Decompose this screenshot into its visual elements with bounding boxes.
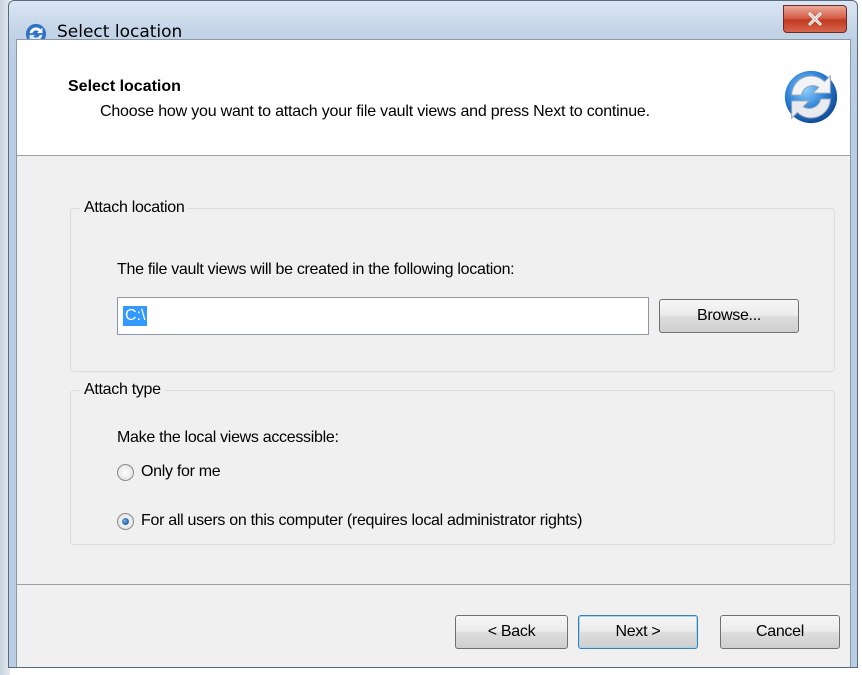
footer-divider <box>17 584 850 585</box>
radio-all-users[interactable]: For all users on this computer (requires… <box>117 512 582 530</box>
radio-label-all-users: For all users on this computer (requires… <box>141 512 583 529</box>
location-path-input[interactable]: C:\ <box>117 297 649 335</box>
attach-location-group: Attach location The file vault views wil… <box>70 199 835 372</box>
close-button[interactable] <box>783 5 847 33</box>
sync-arrows-icon <box>784 70 838 124</box>
radio-button-all-users[interactable] <box>117 512 134 530</box>
cancel-button[interactable]: Cancel <box>720 615 840 649</box>
browse-button[interactable]: Browse... <box>659 299 799 333</box>
dialog-window: Select location Select location Choose h… <box>8 0 858 668</box>
attach-type-legend: Attach type <box>80 381 165 399</box>
location-path-value: C:\ <box>123 306 148 326</box>
page-subtitle: Choose how you want to attach your file … <box>100 103 650 120</box>
close-icon <box>808 12 822 26</box>
radio-only-for-me[interactable]: Only for me <box>117 463 221 481</box>
back-button[interactable]: < Back <box>455 615 568 649</box>
next-button[interactable]: Next > <box>578 615 698 649</box>
wizard-header: Select location Choose how you want to a… <box>17 40 850 156</box>
radio-button-only-for-me[interactable] <box>117 463 134 481</box>
dialog-client-area: Select location Choose how you want to a… <box>16 39 851 667</box>
page-title: Select location <box>68 78 181 95</box>
radio-label-only-for-me: Only for me <box>141 463 221 480</box>
location-description: The file vault views will be created in … <box>117 261 515 278</box>
attach-type-group: Attach type Make the local views accessi… <box>70 381 835 545</box>
attach-type-description: Make the local views accessible: <box>117 429 339 446</box>
attach-location-legend: Attach location <box>80 199 189 217</box>
